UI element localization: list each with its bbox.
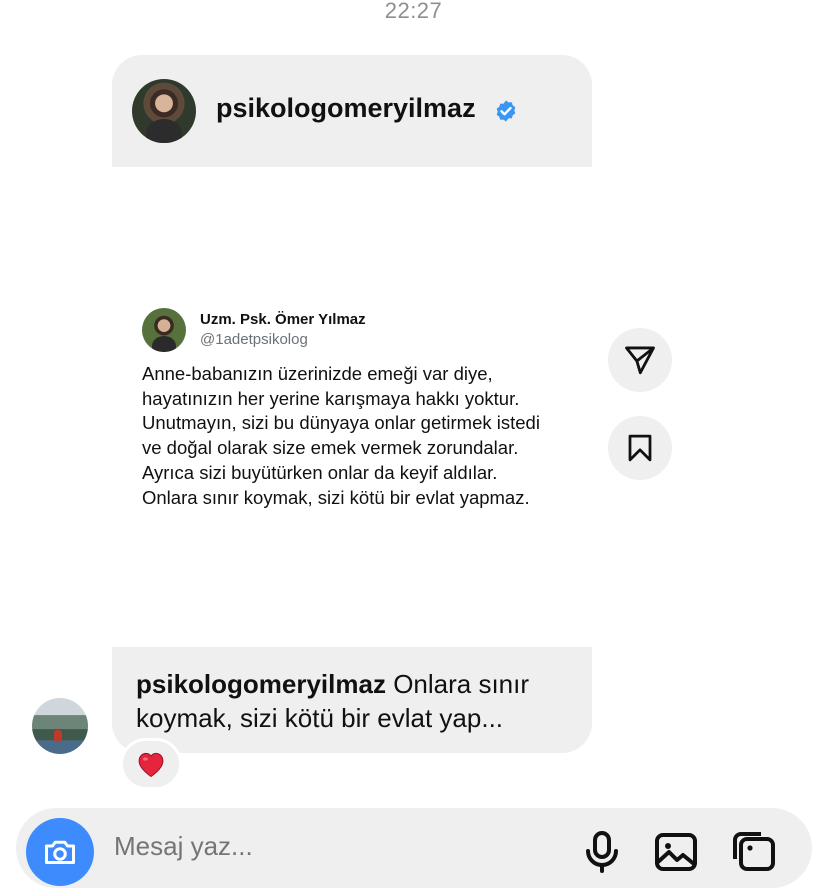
message-timestamp: 22:27 (384, 0, 443, 23)
tweet-line: Unutmayın, sizi bu dünyaya onlar getirme… (142, 412, 540, 434)
heart-reaction[interactable] (120, 738, 182, 790)
heart-icon (138, 752, 164, 778)
shared-post-header[interactable]: psikologomeryilmaz (112, 55, 592, 167)
tweet-line: Onlara sınır koymak, sizi kötü bir evlat… (142, 486, 530, 508)
reply-text: psikologomeryilmaz Onlara sınır koymak, … (136, 667, 576, 735)
camera-icon (45, 840, 75, 864)
tweet-avatar (142, 308, 186, 352)
send-icon (625, 346, 655, 375)
save-button[interactable] (608, 416, 672, 480)
verified-badge-icon (496, 100, 516, 122)
tweet-line: Ayrıca sizi buyütürken onlar da keyif al… (142, 461, 498, 483)
tweet-text: Anne-babanızın üzerinizde emeği var diye… (142, 362, 582, 510)
tweet-line: hayatınızın her yerine karışmaya hakkı y… (142, 387, 520, 409)
author-username[interactable]: psikologomeryilmaz (216, 93, 476, 124)
bookmark-icon (628, 434, 652, 462)
microphone-icon[interactable] (578, 828, 626, 876)
sticker-icon[interactable] (730, 828, 778, 876)
author-avatar[interactable] (132, 79, 196, 143)
tweet-line: ve doğal olarak size emek vermek zorunda… (142, 437, 519, 459)
reply-message-bubble[interactable]: psikologomeryilmaz Onlara sınır koymak, … (112, 647, 592, 753)
message-composer (16, 808, 812, 888)
tweet-display-name: Uzm. Psk. Ömer Yılmaz (200, 311, 366, 328)
tweet-handle: @1adetpsikolog (200, 331, 308, 348)
shared-post-image[interactable]: Uzm. Psk. Ömer Yılmaz @1adetpsikolog Ann… (112, 167, 592, 647)
message-input[interactable] (112, 830, 416, 863)
reply-username: psikologomeryilmaz (136, 669, 386, 699)
sender-avatar[interactable] (32, 698, 88, 754)
tweet-line: Anne-babanızın üzerinizde emeği var diye… (142, 363, 493, 384)
share-button[interactable] (608, 328, 672, 392)
camera-button[interactable] (26, 818, 94, 886)
image-icon[interactable] (652, 828, 700, 876)
